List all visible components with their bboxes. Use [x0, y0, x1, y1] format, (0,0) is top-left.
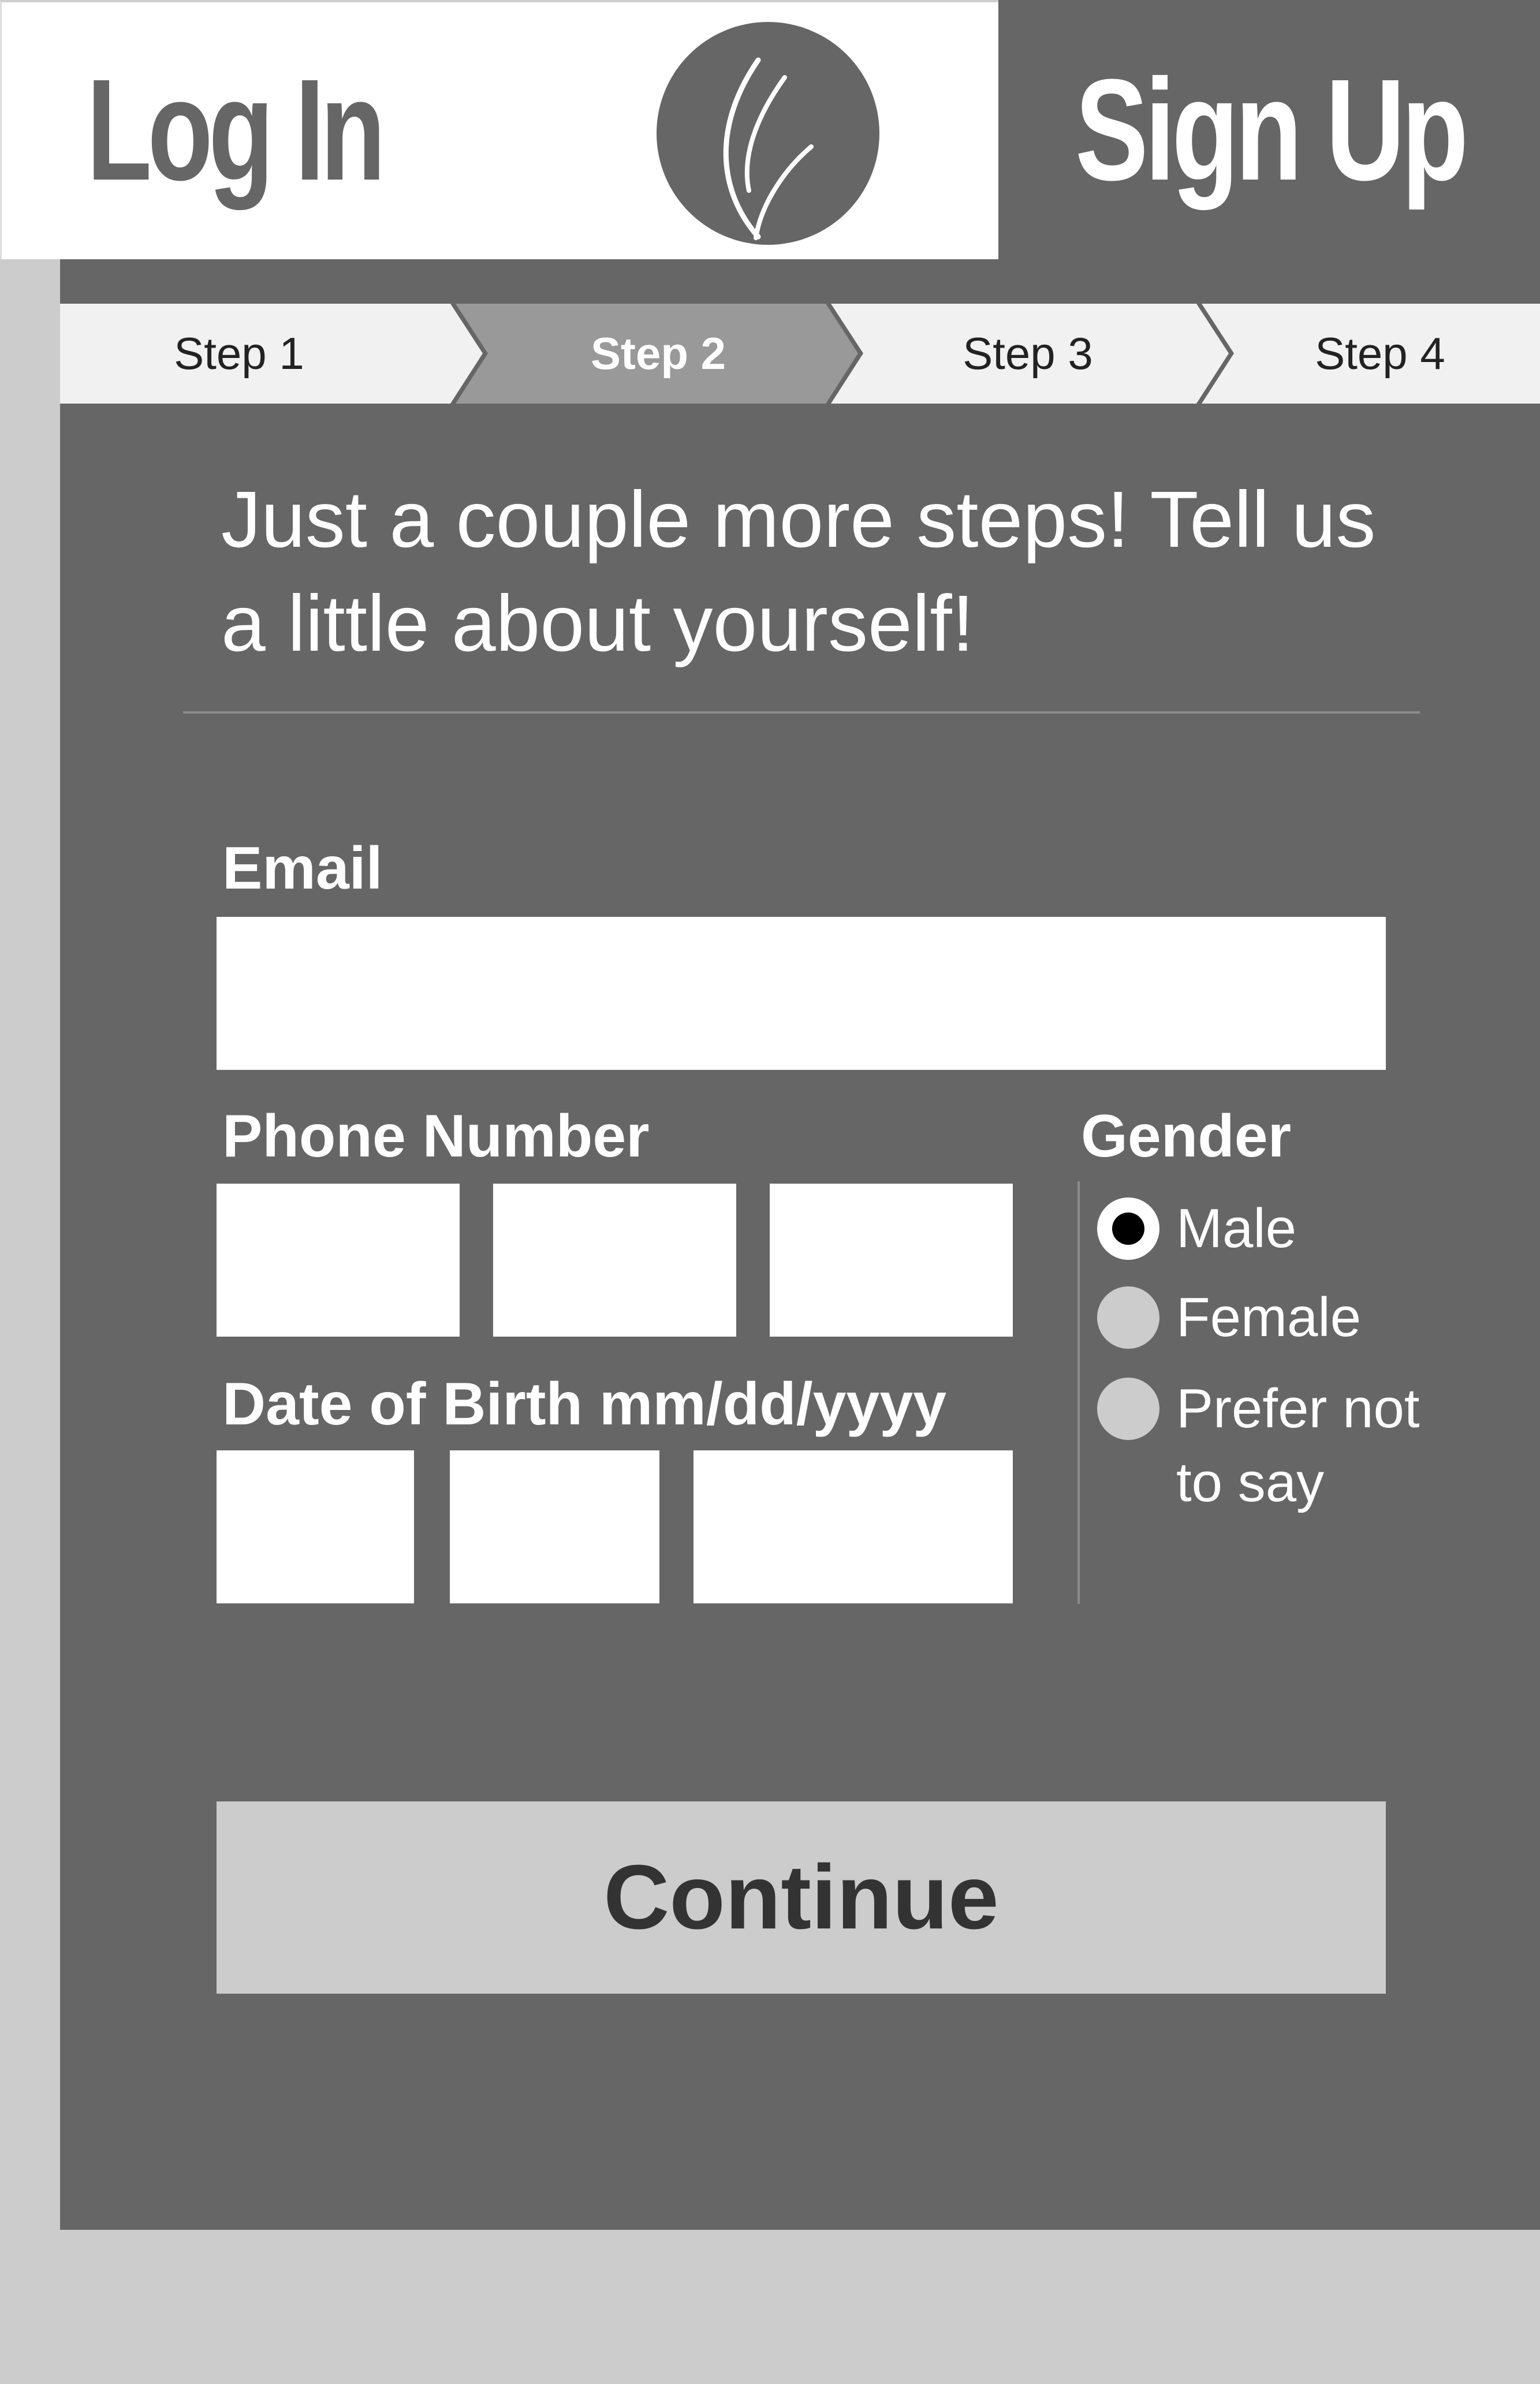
dob-day-field[interactable]	[450, 1450, 659, 1603]
gender-prefer-not-label-line-2: to say	[1176, 1452, 1325, 1513]
date-of-birth-label: Date of Birth mm/dd/yyyy	[222, 1371, 947, 1438]
intro-heading-line-2: a little about yourself!	[221, 579, 975, 668]
gender-female-radio[interactable]	[1097, 1286, 1159, 1349]
step-1-label: Step 1	[174, 328, 304, 379]
gender-label: Gender	[1081, 1103, 1292, 1170]
intro-heading-line-1: Just a couple more steps! Tell us	[221, 475, 1376, 564]
radio-selected-dot	[1112, 1212, 1144, 1245]
step-2-label: Step 2	[590, 328, 726, 379]
leaf-logo-icon	[657, 22, 879, 245]
dob-month-field[interactable]	[217, 1450, 414, 1603]
gender-prefer-not-label-line-1: Prefer not	[1176, 1378, 1420, 1439]
signup-tab-label: Sign Up	[1075, 49, 1468, 210]
phone-line-number-field[interactable]	[770, 1184, 1013, 1337]
phone-number-label: Phone Number	[222, 1103, 650, 1170]
gender-male-label[interactable]: Male	[1176, 1192, 1296, 1266]
heading-divider	[183, 711, 1420, 714]
continue-button[interactable]: Continue	[217, 1801, 1386, 1994]
gender-divider	[1077, 1181, 1080, 1604]
gender-female-label[interactable]: Female	[1176, 1281, 1361, 1355]
intro-heading: Just a couple more steps! Tell us a litt…	[221, 468, 1434, 676]
phone-area-code-field[interactable]	[217, 1184, 460, 1337]
gender-prefer-not-label[interactable]: Prefer not to say	[1176, 1372, 1420, 1520]
gender-male-radio[interactable]	[1097, 1197, 1159, 1260]
gender-prefer-not-radio[interactable]	[1097, 1378, 1159, 1440]
email-field[interactable]	[217, 917, 1386, 1070]
step-3-label: Step 3	[963, 328, 1093, 379]
phone-prefix-field[interactable]	[493, 1184, 736, 1337]
login-tab-label: Log In	[87, 49, 386, 210]
dob-year-field[interactable]	[693, 1450, 1013, 1603]
step-4-label: Step 4	[1315, 328, 1445, 379]
email-label: Email	[222, 835, 383, 902]
